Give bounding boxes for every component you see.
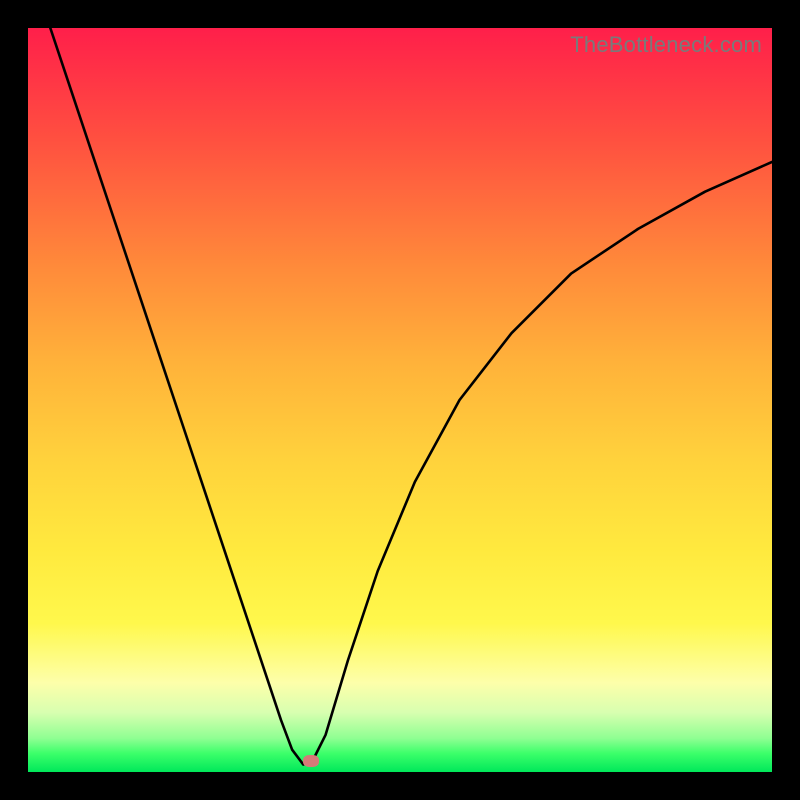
plot-area: TheBottleneck.com xyxy=(28,28,772,772)
minimum-marker xyxy=(303,755,319,767)
chart-frame: TheBottleneck.com xyxy=(0,0,800,800)
bottleneck-curve xyxy=(28,28,772,772)
